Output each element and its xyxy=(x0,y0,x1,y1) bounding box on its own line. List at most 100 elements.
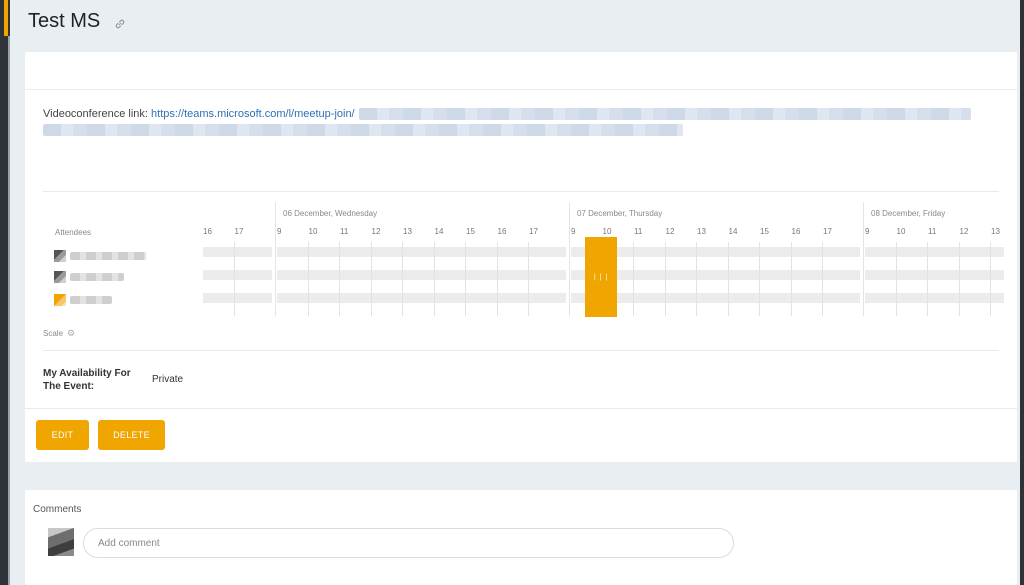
availability-row-segment xyxy=(277,270,566,280)
section-divider xyxy=(25,408,1017,409)
hour-gridline xyxy=(822,242,823,316)
redacted-attendee-name xyxy=(70,273,124,281)
edit-button[interactable]: EDIT xyxy=(36,420,89,450)
availability-value[interactable]: Private xyxy=(152,374,183,385)
hour-tick-label: 16 xyxy=(203,227,212,236)
redacted-link-part-2 xyxy=(43,124,683,136)
hour-gridline xyxy=(339,242,340,316)
hour-gridline xyxy=(370,242,372,316)
delete-button[interactable]: DELETE xyxy=(98,420,165,450)
hour-gridline xyxy=(958,242,960,316)
hour-gridline xyxy=(759,242,760,316)
hour-tick-label: 17 xyxy=(823,227,832,236)
hour-gridline xyxy=(895,242,897,316)
hour-gridline xyxy=(528,242,529,316)
hour-tick-label: 16 xyxy=(791,227,801,236)
hour-tick-label: 13 xyxy=(403,227,412,236)
sidebar-active-accent xyxy=(4,0,8,36)
hour-tick-label: 15 xyxy=(760,227,769,236)
hour-tick-label: 14 xyxy=(434,227,444,236)
hour-gridline xyxy=(990,242,991,316)
avatar xyxy=(54,250,66,262)
hour-tick-label: 9 xyxy=(571,227,576,236)
app-sidebar-edge xyxy=(0,0,10,585)
availability-row-segment xyxy=(203,270,272,280)
event-time-block[interactable]: | | | xyxy=(585,237,617,317)
hour-gridline xyxy=(664,242,666,316)
day-separator xyxy=(569,202,570,316)
availability-row-segment xyxy=(865,270,1004,280)
day-separator xyxy=(275,202,276,316)
redacted-link-part-1 xyxy=(359,108,971,120)
hour-tick-label: 13 xyxy=(697,227,706,236)
hour-tick-label: 15 xyxy=(466,227,475,236)
avatar xyxy=(54,294,66,306)
hour-tick-label: 11 xyxy=(340,227,349,236)
attendees-label: Attendees xyxy=(55,228,92,237)
hour-gridline xyxy=(633,242,634,316)
hour-gridline xyxy=(727,242,729,316)
section-divider xyxy=(43,191,999,192)
hour-tick-label: 12 xyxy=(665,227,675,236)
videoconference-link[interactable]: https://teams.microsoft.com/l/meetup-joi… xyxy=(151,108,355,120)
attendee-row xyxy=(54,293,112,307)
attendee-row xyxy=(54,270,124,284)
hour-gridline xyxy=(402,242,403,316)
redacted-attendee-name xyxy=(70,252,146,260)
availability-label-line2: The Event: xyxy=(43,381,95,392)
hour-tick-label: 16 xyxy=(497,227,507,236)
scale-label: Scale xyxy=(43,329,64,338)
comments-card: Comments xyxy=(25,490,1017,585)
hour-gridline xyxy=(433,242,435,316)
availability-row-segment xyxy=(277,247,566,257)
comment-input[interactable] xyxy=(83,528,734,558)
hour-gridline xyxy=(790,242,792,316)
videoconference-label: Videoconference link: xyxy=(43,108,148,120)
comments-title: Comments xyxy=(33,504,82,515)
avatar xyxy=(48,528,74,556)
hour-tick-label: 12 xyxy=(371,227,381,236)
availability-label: My Availability For The Event: xyxy=(43,367,143,393)
day-label-friday: 08 December, Friday xyxy=(871,209,946,218)
hour-tick-label: 9 xyxy=(865,227,870,236)
availability-row-segment xyxy=(277,293,566,303)
videoconference-line: Videoconference link: https://teams.micr… xyxy=(43,106,355,122)
availability-row-segment xyxy=(865,247,1004,257)
link-icon[interactable] xyxy=(114,17,126,29)
gear-icon[interactable]: ⚙ xyxy=(67,328,75,339)
hour-tick-label: 10 xyxy=(308,227,318,236)
day-label-thursday: 07 December, Thursday xyxy=(577,209,663,218)
availability-row-segment xyxy=(203,293,272,303)
attendee-row xyxy=(54,249,146,263)
section-divider xyxy=(43,350,999,351)
event-details-card: Videoconference link: https://teams.micr… xyxy=(25,52,1017,462)
hour-tick-label: 17 xyxy=(234,227,244,236)
day-label-wednesday: 06 December, Wednesday xyxy=(283,209,378,218)
hour-gridline xyxy=(233,242,235,316)
hour-tick-label: 12 xyxy=(959,227,969,236)
card-header xyxy=(25,52,1017,90)
availability-row-segment xyxy=(203,247,272,257)
hour-tick-label: 14 xyxy=(728,227,738,236)
redacted-attendee-name xyxy=(70,296,112,304)
hour-tick-label: 9 xyxy=(277,227,282,236)
hour-tick-label: 17 xyxy=(529,227,538,236)
hour-gridline xyxy=(307,242,309,316)
hour-gridline xyxy=(465,242,466,316)
hour-tick-label: 10 xyxy=(896,227,906,236)
sidebar-border xyxy=(8,36,10,585)
hour-tick-label: 11 xyxy=(928,227,937,236)
availability-label-line1: My Availability For xyxy=(43,368,131,379)
avatar xyxy=(54,271,66,283)
hour-tick-label: 11 xyxy=(634,227,643,236)
window-right-edge xyxy=(1020,0,1024,585)
page-header: Test MS xyxy=(10,0,1020,42)
hour-tick-label: 13 xyxy=(991,227,1000,236)
hour-gridline xyxy=(927,242,928,316)
scale-control[interactable]: Scale ⚙ xyxy=(43,328,75,339)
availability-row-segment xyxy=(865,293,1004,303)
hour-gridline xyxy=(496,242,498,316)
page-title: Test MS xyxy=(28,9,101,32)
day-separator xyxy=(863,202,864,316)
hour-tick-label: 10 xyxy=(602,227,612,236)
